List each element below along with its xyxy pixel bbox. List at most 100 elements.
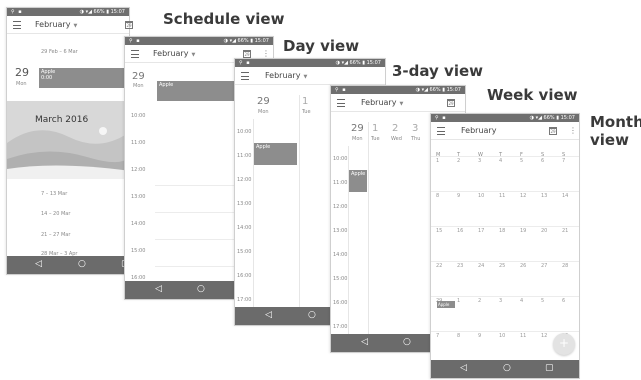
day-cell[interactable]: 2 xyxy=(457,158,460,164)
event-apple[interactable]: Apple xyxy=(437,301,455,308)
day-cell[interactable]: 5 xyxy=(520,158,523,164)
calendar-icon[interactable]: 29 xyxy=(125,21,133,29)
recent-apps-icon[interactable]: ▢ xyxy=(545,363,554,374)
day-cell[interactable]: 10 xyxy=(499,333,505,339)
day-cell[interactable]: 1 xyxy=(436,158,439,164)
menu-icon[interactable] xyxy=(437,127,445,135)
add-event-button[interactable]: + xyxy=(553,333,575,355)
back-icon[interactable]: ◁ xyxy=(265,310,272,321)
day-name: Tue xyxy=(302,109,311,115)
day-cell[interactable]: 9 xyxy=(478,333,481,339)
menu-icon[interactable] xyxy=(337,99,345,107)
day-cell[interactable]: 15 xyxy=(436,228,442,234)
month-selector[interactable]: February ▼ xyxy=(35,20,77,29)
week-row-1[interactable]: 7 – 13 Mar xyxy=(41,191,67,197)
menu-icon[interactable] xyxy=(241,72,249,80)
hour-label: 14:00 xyxy=(131,221,146,227)
day-cell[interactable]: 16 xyxy=(457,228,463,234)
more-options-icon[interactable]: ⋮ xyxy=(569,126,577,135)
week-row-divider xyxy=(431,261,579,262)
day-cell[interactable]: 9 xyxy=(457,193,460,199)
toolbar: February ▼ xyxy=(235,67,385,85)
month-selector[interactable]: February ▼ xyxy=(361,98,403,107)
day-cell[interactable]: 6 xyxy=(562,298,565,304)
event-apple[interactable]: Apple xyxy=(349,170,367,192)
day-name: Tue xyxy=(371,136,380,142)
day-cell[interactable]: 28 xyxy=(562,263,568,269)
home-icon[interactable]: ○ xyxy=(503,363,511,374)
home-icon[interactable]: ○ xyxy=(78,259,86,270)
event-apple[interactable]: Apple xyxy=(254,143,297,165)
navigation-bar: ◁ ○ ▢ xyxy=(7,256,130,274)
hour-label: 12:00 xyxy=(333,204,348,210)
day-name: Mon xyxy=(258,109,269,115)
home-icon[interactable]: ○ xyxy=(308,310,316,321)
week-row-2[interactable]: 14 – 20 Mar xyxy=(41,211,70,217)
hour-label: 17:00 xyxy=(333,324,348,330)
event-apple[interactable]: Apple 0:00 xyxy=(39,68,131,88)
day-cell[interactable]: 11 xyxy=(520,333,526,339)
day-cell[interactable]: 19 xyxy=(520,228,526,234)
menu-icon[interactable] xyxy=(13,21,21,29)
week-row-3[interactable]: 21 – 27 Mar xyxy=(41,232,70,238)
day-cell[interactable]: 26 xyxy=(520,263,526,269)
day-cell[interactable]: 14 xyxy=(562,193,568,199)
more-options-icon[interactable]: ⋮ xyxy=(262,49,270,58)
day-cell[interactable]: 12 xyxy=(520,193,526,199)
month-selector[interactable]: February ▼ xyxy=(265,71,307,80)
day-cell[interactable]: 24 xyxy=(478,263,484,269)
hour-label: 13:00 xyxy=(237,201,252,207)
day-cell[interactable]: 6 xyxy=(541,158,544,164)
day-cell[interactable]: 21 xyxy=(562,228,568,234)
hour-label: 13:00 xyxy=(131,194,146,200)
month-selector[interactable]: February ▼ xyxy=(153,49,195,58)
day-number: 29 xyxy=(257,96,270,107)
hour-label: 12:00 xyxy=(237,177,252,183)
menu-icon[interactable] xyxy=(131,50,139,58)
day-cell[interactable]: 23 xyxy=(457,263,463,269)
landscape-illustration xyxy=(7,127,129,179)
day-cell[interactable]: 13 xyxy=(541,193,547,199)
heading-week-view: Week view xyxy=(487,86,578,104)
calendar-icon[interactable]: 29 xyxy=(243,50,251,58)
day-cell[interactable]: 8 xyxy=(457,333,460,339)
home-icon[interactable]: ○ xyxy=(403,337,411,348)
home-icon[interactable]: ○ xyxy=(197,284,205,295)
day-number: 3 xyxy=(412,123,419,134)
back-icon[interactable]: ◁ xyxy=(35,259,42,270)
back-icon[interactable]: ◁ xyxy=(460,363,467,374)
hour-label: 12:00 xyxy=(131,167,146,173)
day-cell[interactable]: 20 xyxy=(541,228,547,234)
calendar-icon[interactable]: 29 xyxy=(447,99,455,107)
day-cell[interactable]: 4 xyxy=(499,158,502,164)
back-icon[interactable]: ◁ xyxy=(155,284,162,295)
day-cell[interactable]: 2 xyxy=(478,298,481,304)
day-cell[interactable]: 7 xyxy=(562,158,565,164)
day-name: Wed xyxy=(391,136,402,142)
day-cell[interactable]: 4 xyxy=(520,298,523,304)
month-selector[interactable]: February xyxy=(461,126,496,135)
day-cell[interactable]: 22 xyxy=(436,263,442,269)
back-icon[interactable]: ◁ xyxy=(361,337,368,348)
day-cell[interactable]: 7 xyxy=(436,333,439,339)
toolbar: February 29 ⋮ xyxy=(431,122,579,140)
hour-label: 10:00 xyxy=(131,113,146,119)
phone-month-view: ⚲ ▪ ◑ ▾◢ 66% ▮ 15:07 February 29 ⋮ MTWTFS… xyxy=(430,113,580,379)
day-cell[interactable]: 11 xyxy=(499,193,505,199)
day-cell[interactable]: 1 xyxy=(457,298,460,304)
calendar-icon[interactable]: 29 xyxy=(549,127,557,135)
heading-day-view: Day view xyxy=(283,37,360,55)
day-cell[interactable]: 5 xyxy=(541,298,544,304)
day-cell[interactable]: 12 xyxy=(541,333,547,339)
day-cell[interactable]: 27 xyxy=(541,263,547,269)
week-row-divider xyxy=(431,226,579,227)
day-cell[interactable]: 25 xyxy=(499,263,505,269)
week-range: 29 Feb – 6 Mar xyxy=(41,49,78,55)
hour-label: 10:00 xyxy=(237,129,252,135)
day-cell[interactable]: 3 xyxy=(478,158,481,164)
day-cell[interactable]: 10 xyxy=(478,193,484,199)
day-cell[interactable]: 18 xyxy=(499,228,505,234)
day-cell[interactable]: 3 xyxy=(499,298,502,304)
day-cell[interactable]: 8 xyxy=(436,193,439,199)
day-cell[interactable]: 17 xyxy=(478,228,484,234)
